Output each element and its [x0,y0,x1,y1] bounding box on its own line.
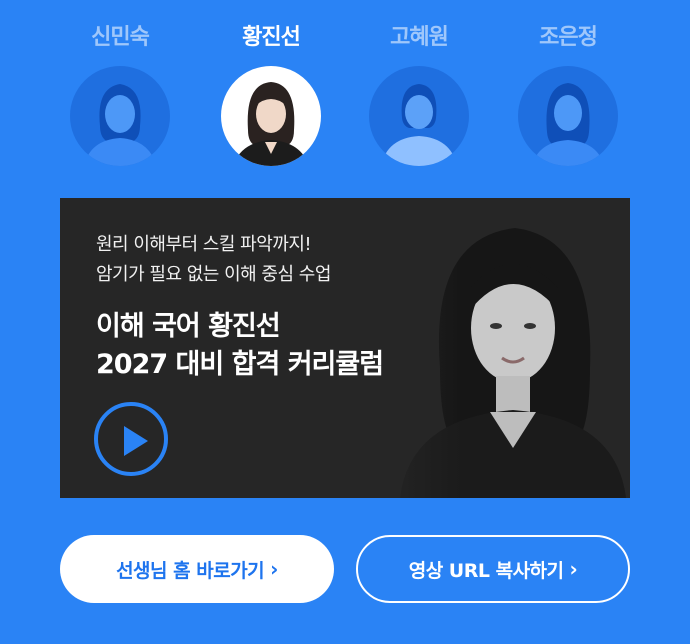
teacher-tab-2[interactable]: 황진선 [211,20,331,166]
chevron-right-icon: › [569,557,578,581]
teacher-portrait-image [532,83,604,166]
teacher-tabs: 신민숙 황진선 고혜원 조은정 [0,0,690,180]
video-title-line2: 2027 대비 합격 커리큘럼 [96,349,384,380]
teacher-name: 황진선 [242,25,301,50]
video-text: 원리 이해부터 스킬 파악까지! 암기가 필요 없는 이해 중심 수업 이해 국… [96,230,384,384]
teacher-avatar [70,66,170,166]
video-title-line1: 이해 국어 황진선 [96,311,281,342]
teacher-name: 조은정 [539,25,598,50]
chevron-right-icon: › [270,557,278,581]
video-subtitle-line2: 암기가 필요 없는 이해 중심 수업 [96,264,331,285]
play-icon[interactable] [94,402,168,476]
teacher-photo [370,198,630,498]
teacher-tab-1[interactable]: 신민숙 [60,20,180,166]
teacher-avatar [369,66,469,166]
teacher-portrait-image [381,84,457,166]
video-subtitle-line1: 원리 이해부터 스킬 파악까지! [96,234,312,255]
teacher-avatar [221,66,321,166]
teacher-tab-3[interactable]: 고혜원 [359,20,479,166]
copy-video-url-button[interactable]: 영상 URL 복사하기 › [356,535,630,603]
teacher-tab-4[interactable]: 조은정 [508,20,628,166]
teacher-portrait-image [84,84,156,166]
copy-video-url-label: 영상 URL 복사하기 [408,559,564,582]
video-title: 이해 국어 황진선 2027 대비 합격 커리큘럼 [96,308,384,384]
teacher-home-label: 선생님 홈 바로가기 [116,559,265,582]
teacher-avatar [518,66,618,166]
teacher-portrait-image [233,82,309,166]
teacher-name: 고혜원 [390,25,449,50]
video-card[interactable]: 원리 이해부터 스킬 파악까지! 암기가 필요 없는 이해 중심 수업 이해 국… [60,198,630,498]
teacher-name: 신민숙 [91,25,150,50]
teacher-home-button[interactable]: 선생님 홈 바로가기 › [60,535,334,603]
